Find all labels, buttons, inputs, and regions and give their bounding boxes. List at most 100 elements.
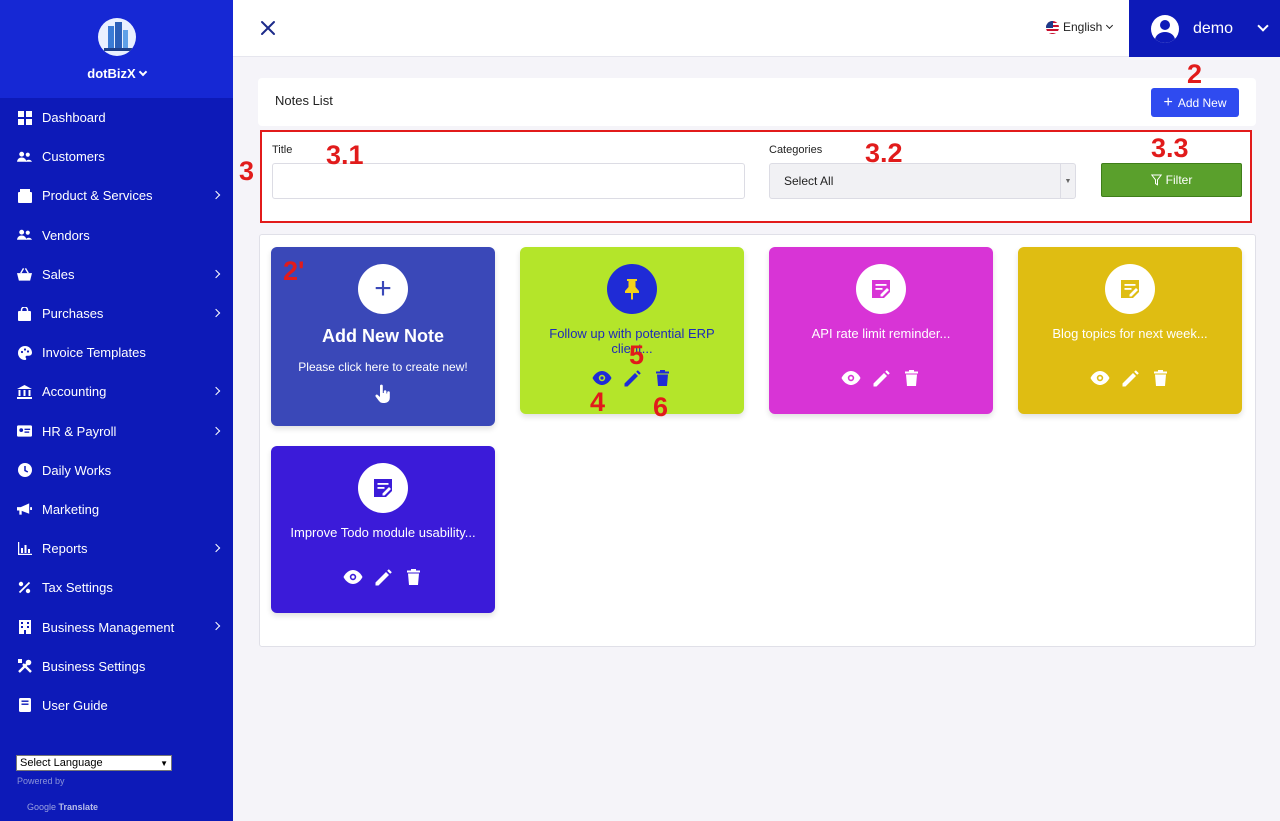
bank-icon xyxy=(17,384,32,399)
close-icon[interactable] xyxy=(260,20,276,36)
trash-icon xyxy=(403,567,423,587)
users-icon xyxy=(17,228,32,243)
add-new-label: Add New xyxy=(1177,95,1227,110)
edit-button[interactable] xyxy=(622,368,642,388)
sidebar-item-marketing[interactable]: Marketing xyxy=(0,490,233,529)
sidebar-item-vendors[interactable]: Vendors xyxy=(0,216,233,255)
delete-button[interactable] xyxy=(901,368,921,388)
eye-icon xyxy=(1090,368,1110,388)
pencil-icon xyxy=(871,368,891,388)
language-select[interactable]: Select Language ▼ xyxy=(16,755,172,771)
categories-label: Categories xyxy=(769,144,823,156)
delete-button[interactable] xyxy=(652,368,672,388)
sidebar-item-business-management[interactable]: Business Management xyxy=(0,607,233,646)
categories-value: Select All xyxy=(784,174,834,188)
note-card[interactable]: Follow up with potential ERP client... xyxy=(520,247,744,414)
note-title: Blog topics for next week... xyxy=(1052,326,1208,341)
language-switcher[interactable]: English xyxy=(1046,20,1114,34)
view-button[interactable] xyxy=(841,368,861,388)
translate-word: Translate xyxy=(58,802,99,812)
note-icon xyxy=(372,477,394,499)
view-button[interactable] xyxy=(592,368,612,388)
sidebar-item-label: Invoice Templates xyxy=(42,345,146,361)
sidebar-item-invoice-templates[interactable]: Invoice Templates xyxy=(0,333,233,372)
language-select-value: Select Language xyxy=(20,757,103,769)
pencil-icon xyxy=(1120,368,1140,388)
brand-switcher[interactable]: dotBizX xyxy=(0,66,233,81)
add-new-button[interactable]: + Add New xyxy=(1151,88,1239,117)
powered-by-text: Powered by xyxy=(17,776,65,786)
pin-icon xyxy=(622,278,642,300)
view-button[interactable] xyxy=(343,567,363,587)
note-actions xyxy=(520,368,744,388)
sidebar-item-hr-payroll[interactable]: HR & Payroll xyxy=(0,412,233,451)
topbar: English demo xyxy=(233,0,1280,57)
bag-icon xyxy=(17,306,32,321)
language-label: English xyxy=(1063,20,1103,34)
tools-icon xyxy=(17,659,32,674)
user-menu[interactable]: demo xyxy=(1129,0,1280,57)
chevron-right-icon xyxy=(211,387,221,396)
chevron-right-icon xyxy=(211,191,221,200)
view-button[interactable] xyxy=(1090,368,1110,388)
sidebar-item-label: Business Settings xyxy=(42,658,146,674)
categories-select[interactable]: Select All ▼ xyxy=(769,163,1076,199)
edit-button[interactable] xyxy=(1120,368,1140,388)
sidebar-item-business-settings[interactable]: Business Settings xyxy=(0,647,233,686)
sidebar-nav: Dashboard Customers Product & Services Vend… xyxy=(0,98,233,725)
chevron-down-icon xyxy=(1106,21,1114,30)
filter-button[interactable]: Filter xyxy=(1101,163,1242,197)
sidebar-item-tax-settings[interactable]: Tax Settings xyxy=(0,568,233,607)
user-name: demo xyxy=(1193,19,1234,37)
edit-button[interactable] xyxy=(871,368,891,388)
brand-logo[interactable] xyxy=(98,18,136,56)
delete-button[interactable] xyxy=(403,567,423,587)
palette-icon xyxy=(17,345,32,360)
sidebar-item-label: Business Management xyxy=(42,619,175,635)
note-card[interactable]: Blog topics for next week... xyxy=(1018,247,1242,414)
note-card[interactable]: Improve Todo module usability... xyxy=(271,446,495,613)
annotation-6: 6 xyxy=(653,392,669,422)
title-label: Title xyxy=(272,144,293,156)
google-translate-logo[interactable]: Google Translate xyxy=(27,802,98,812)
sidebar-item-accounting[interactable]: Accounting xyxy=(0,372,233,411)
sidebar-item-label: HR & Payroll xyxy=(42,423,117,439)
trash-icon xyxy=(1150,368,1170,388)
plus-icon: + xyxy=(1163,93,1173,111)
dashboard-icon xyxy=(17,110,32,125)
edit-button[interactable] xyxy=(373,567,393,587)
brand-name: dotBizX xyxy=(87,66,136,81)
annotation-2-prime: 2' xyxy=(283,256,305,286)
note-icon-circle xyxy=(1105,264,1155,314)
chart-icon xyxy=(17,541,32,556)
sidebar-item-purchases[interactable]: Purchases xyxy=(0,294,233,333)
sidebar-item-sales[interactable]: Sales xyxy=(0,255,233,294)
sidebar-item-label: Product & Services xyxy=(42,188,153,204)
delete-button[interactable] xyxy=(1150,368,1170,388)
annotation-3: 3 xyxy=(239,156,255,186)
trash-icon xyxy=(901,368,921,388)
notes-header: Notes List + Add New xyxy=(258,78,1256,126)
sidebar-item-label: Daily Works xyxy=(42,462,112,478)
sidebar-item-label: Marketing xyxy=(42,501,100,517)
pencil-icon xyxy=(373,567,393,587)
note-card[interactable]: API rate limit reminder... xyxy=(769,247,993,414)
funnel-icon xyxy=(1150,174,1162,186)
sidebar-item-user-guide[interactable]: User Guide xyxy=(0,686,233,725)
users-icon xyxy=(17,149,32,164)
box-icon xyxy=(17,188,32,203)
add-new-note-card[interactable]: + Add New Note Please click here to crea… xyxy=(271,247,495,426)
sidebar-item-product-services[interactable]: Product & Services xyxy=(0,176,233,215)
google-word: Google xyxy=(27,802,57,812)
sidebar-item-dashboard[interactable]: Dashboard xyxy=(0,98,233,137)
sidebar-item-customers[interactable]: Customers xyxy=(0,137,233,176)
sidebar-item-reports[interactable]: Reports xyxy=(0,529,233,568)
note-actions xyxy=(769,368,993,388)
sidebar-item-label: Customers xyxy=(42,149,105,165)
note-icon xyxy=(1119,278,1141,300)
note-icon-circle xyxy=(856,264,906,314)
add-circle: + xyxy=(358,264,408,314)
sidebar-item-label: Vendors xyxy=(42,227,90,243)
annotation-4: 4 xyxy=(590,387,606,417)
sidebar-item-daily-works[interactable]: Daily Works xyxy=(0,451,233,490)
